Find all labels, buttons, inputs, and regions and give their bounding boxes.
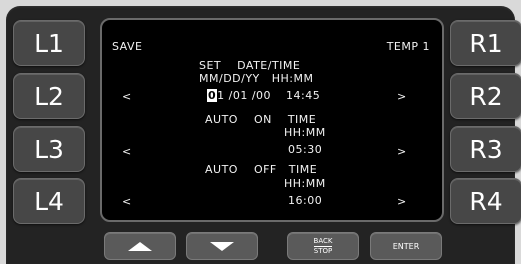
display-screen: SAVE TEMP 1 SET DATE/TIME MM/DD/YY HH:MM…: [100, 18, 444, 222]
save-label: SAVE: [112, 40, 143, 53]
up-button[interactable]: [104, 232, 176, 260]
edit-cursor: 0: [207, 89, 218, 102]
date-right-arrow: >: [397, 90, 407, 103]
up-arrow-icon: [128, 241, 152, 251]
auto-on-format: HH:MM: [284, 126, 326, 139]
stop-label: STOP: [313, 247, 333, 255]
softkey-l3[interactable]: L3: [13, 126, 85, 172]
auto-on-title: AUTO ON TIME: [205, 113, 317, 126]
enter-label: ENTER: [392, 241, 420, 251]
auto-off-value: 16:00: [288, 194, 323, 207]
auto-on-right-arrow: >: [397, 145, 407, 158]
softkey-r2[interactable]: R2: [450, 73, 521, 119]
softkey-r4[interactable]: R4: [450, 178, 521, 224]
temp-label: TEMP 1: [386, 40, 430, 53]
softkey-l2[interactable]: L2: [13, 73, 85, 119]
down-button[interactable]: [186, 232, 258, 260]
softkey-l1[interactable]: L1: [13, 20, 85, 66]
softkey-l4[interactable]: L4: [13, 178, 85, 224]
auto-off-right-arrow: >: [397, 195, 407, 208]
auto-on-value: 05:30: [288, 143, 323, 156]
date-format-header: MM/DD/YY HH:MM: [199, 72, 314, 85]
date-value-rest: 1 /01 /00: [217, 89, 272, 102]
softkey-r3[interactable]: R3: [450, 126, 521, 172]
set-datetime-title: SET DATE/TIME: [199, 59, 301, 72]
back-stop-button[interactable]: BACK STOP: [287, 232, 359, 260]
down-arrow-icon: [210, 241, 234, 251]
auto-on-left-arrow: <: [122, 145, 132, 158]
auto-off-left-arrow: <: [122, 195, 132, 208]
auto-off-title: AUTO OFF TIME: [205, 163, 318, 176]
time-value: 14:45: [286, 89, 321, 102]
date-value: 01 /01 /00: [207, 89, 271, 102]
enter-button[interactable]: ENTER: [370, 232, 442, 260]
back-label: BACK: [313, 237, 333, 247]
auto-off-format: HH:MM: [284, 177, 326, 190]
softkey-r1[interactable]: R1: [450, 20, 521, 66]
back-stop-label: BACK STOP: [313, 237, 333, 255]
date-left-arrow: <: [122, 90, 132, 103]
